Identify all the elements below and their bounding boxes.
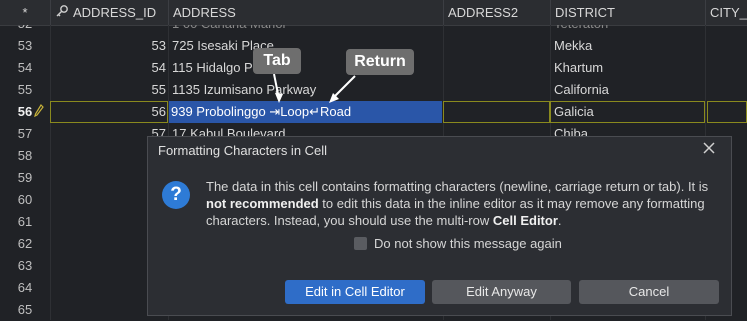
district-cell[interactable]: Mekka (552, 35, 704, 57)
row-number: 54 (17, 60, 33, 75)
message-bold-text: Cell Editor (492, 213, 558, 228)
table-row[interactable]: 52 1 00 Carlarla Marior Teteraton (0, 25, 747, 35)
row-number: 57 (17, 126, 33, 141)
column-header-address2[interactable]: ADDRESS2 (443, 0, 550, 25)
edit-in-cell-editor-button[interactable]: Edit in Cell Editor (285, 280, 425, 304)
message-bold-text: not recommended (206, 196, 319, 211)
dialog-message: The data in this cell contains formattin… (206, 178, 721, 229)
row-number: 61 (17, 214, 33, 229)
address-edit-cell[interactable]: 939 Probolinggo ⇥Loop↵Road (169, 101, 442, 123)
address-id-cell[interactable]: 53 (50, 35, 168, 57)
edit-anyway-button[interactable]: Edit Anyway (432, 280, 571, 304)
row-number: 65 (17, 302, 33, 317)
do-not-show-checkbox[interactable] (354, 237, 367, 250)
return-callout: Return (346, 49, 414, 75)
address-id-cell[interactable]: 55 (50, 79, 168, 101)
dialog-title: Formatting Characters in Cell (158, 143, 328, 158)
grid-header: * ADDRESS_ID ADDRESS ADDRESS2 DISTRICT C… (0, 0, 747, 26)
table-row[interactable]: 55 55 1135 Izumisano Parkway California (0, 79, 747, 101)
column-header-address-id[interactable]: ADDRESS_ID (50, 0, 168, 25)
column-header-label: ADDRESS_ID (73, 5, 157, 20)
row-number: 59 (17, 170, 33, 185)
row-number: 64 (17, 280, 33, 295)
district-cell[interactable]: Teteraton (552, 25, 704, 35)
cancel-button[interactable]: Cancel (579, 280, 719, 304)
column-header-district[interactable]: DISTRICT (550, 0, 705, 25)
address-id-cell[interactable]: 54 (50, 57, 168, 79)
question-icon: ? (162, 181, 190, 209)
district-cell[interactable]: California (552, 79, 704, 101)
column-header-rownum[interactable]: * (0, 0, 50, 25)
address-cell[interactable]: 1 00 Carlarla Marior (170, 25, 440, 35)
district-cell[interactable]: Galicia (552, 101, 704, 123)
row-number: 53 (17, 38, 33, 53)
key-icon (55, 1, 69, 25)
selected-table-row[interactable]: 56 56 939 Probolinggo ⇥Loop↵Road Galicia (0, 101, 747, 123)
column-header-city-id[interactable]: CITY_I (705, 0, 747, 25)
do-not-show-label[interactable]: Do not show this message again (374, 236, 562, 251)
column-header-address[interactable]: ADDRESS (168, 0, 443, 25)
row-number: 52 (0, 25, 50, 35)
row-number: 55 (17, 82, 33, 97)
district-cell[interactable]: Khartum (552, 57, 704, 79)
address-cell[interactable]: 1135 Izumisano Parkway (170, 79, 440, 101)
message-text: The data in this cell contains formattin… (206, 179, 709, 194)
address-id-cell[interactable]: 56 (50, 101, 168, 123)
formatting-characters-dialog: Formatting Characters in Cell ? The data… (147, 136, 732, 316)
close-icon[interactable] (701, 141, 717, 157)
message-text: . (557, 213, 562, 228)
row-number: 58 (17, 148, 33, 163)
tab-callout: Tab (253, 48, 301, 74)
row-number: 62 (17, 236, 33, 251)
row-number: 60 (17, 192, 33, 207)
pencil-icon (34, 104, 44, 118)
row-number: 63 (17, 258, 33, 273)
